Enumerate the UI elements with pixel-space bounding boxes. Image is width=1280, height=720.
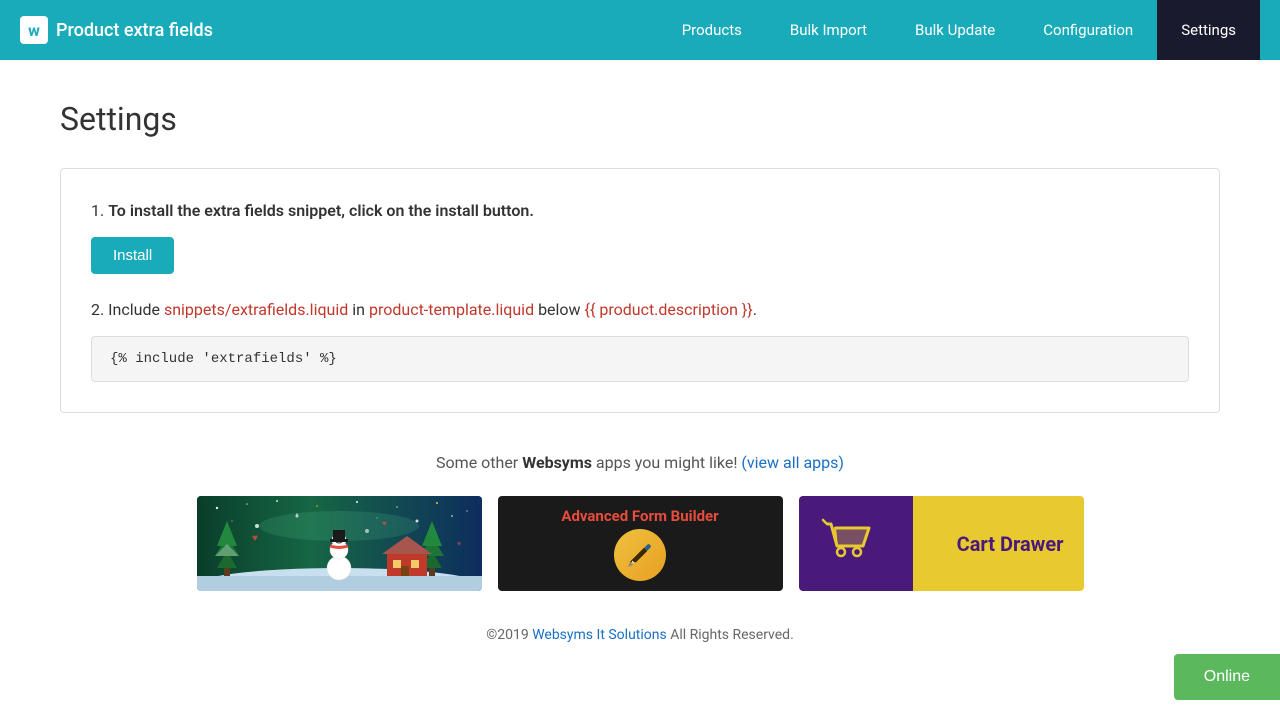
app-card-holiday[interactable]: ♥ ♥ ♥ — [197, 496, 482, 591]
apps-tagline: Some other Websyms apps you might like! … — [60, 453, 1220, 472]
form-builder-title: Advanced Form Builder — [561, 507, 718, 525]
app-card-cart-drawer[interactable]: Cart Drawer — [799, 496, 1084, 591]
nav-settings[interactable]: Settings — [1157, 0, 1260, 60]
svg-text:♥: ♥ — [252, 533, 258, 544]
footer: ©2019 Websyms It Solutions All Rights Re… — [60, 607, 1220, 663]
cart-drawer-icon — [819, 510, 875, 578]
view-all-apps-link[interactable]: (view all apps) — [741, 453, 844, 472]
main-nav: Products Bulk Import Bulk Update Configu… — [658, 0, 1260, 60]
main-content: Settings 1. To install the extra fields … — [0, 60, 1280, 703]
app-logo: w Product extra fields — [20, 16, 658, 44]
step2-liquid-code: {{ product.description }} — [585, 300, 753, 319]
online-button[interactable]: Online — [1174, 654, 1280, 700]
form-builder-icon — [614, 529, 666, 581]
nav-configuration[interactable]: Configuration — [1019, 0, 1157, 60]
brand-name: Websyms — [522, 453, 592, 472]
apps-grid: ♥ ♥ ♥ Advanced Form Builder — [60, 496, 1220, 591]
app-name: Product extra fields — [56, 20, 213, 41]
svg-text:♥: ♥ — [457, 540, 461, 548]
nav-products[interactable]: Products — [658, 0, 766, 60]
step2-file2: product-template.liquid — [369, 300, 534, 319]
company-link[interactable]: Websyms It Solutions — [532, 627, 667, 643]
nav-bulk-update[interactable]: Bulk Update — [891, 0, 1019, 60]
logo-icon: w — [20, 16, 48, 44]
nav-bulk-import[interactable]: Bulk Import — [766, 0, 891, 60]
step2-text: 2. Include snippets/extrafields.liquid i… — [91, 298, 1189, 322]
install-button[interactable]: Install — [91, 237, 174, 274]
header: w Product extra fields Products Bulk Imp… — [0, 0, 1280, 60]
page-title: Settings — [60, 100, 1220, 138]
app-card-form-builder[interactable]: Advanced Form Builder — [498, 496, 783, 591]
step1-text: 1. To install the extra fields snippet, … — [91, 199, 1189, 223]
svg-text:♥: ♥ — [382, 519, 387, 528]
apps-section: Some other Websyms apps you might like! … — [60, 453, 1220, 591]
settings-card: 1. To install the extra fields snippet, … — [60, 168, 1220, 413]
step2-file1: snippets/extrafields.liquid — [164, 300, 348, 319]
cart-drawer-title: Cart Drawer — [957, 532, 1064, 556]
code-block: {% include 'extrafields' %} — [91, 336, 1189, 382]
